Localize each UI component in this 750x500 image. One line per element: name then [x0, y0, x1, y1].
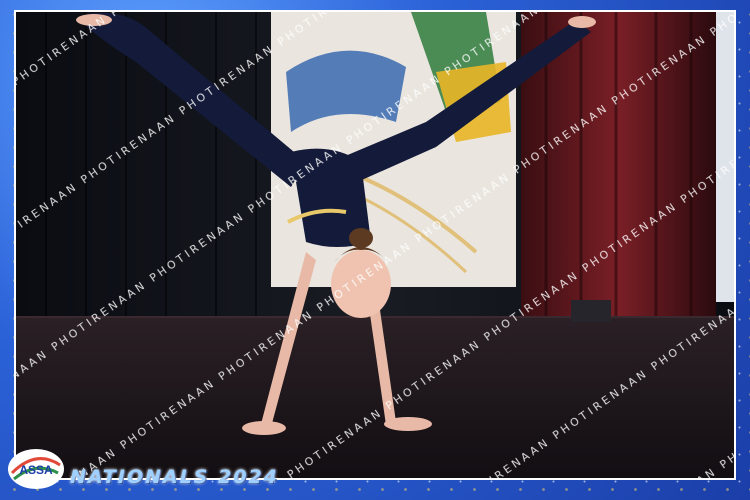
- performance-photo: IRENAAN PHOTOGRAPHY: [14, 10, 736, 480]
- assa-logo-text: ASSA: [19, 463, 53, 477]
- stage-scene: [16, 12, 734, 478]
- assa-logo: ASSA: [6, 447, 66, 491]
- photo-frame: IRENAAN PHOTOGRAPHY ASSA NATIONALS 2024: [0, 0, 750, 500]
- event-title: NATIONALS 2024: [70, 466, 279, 488]
